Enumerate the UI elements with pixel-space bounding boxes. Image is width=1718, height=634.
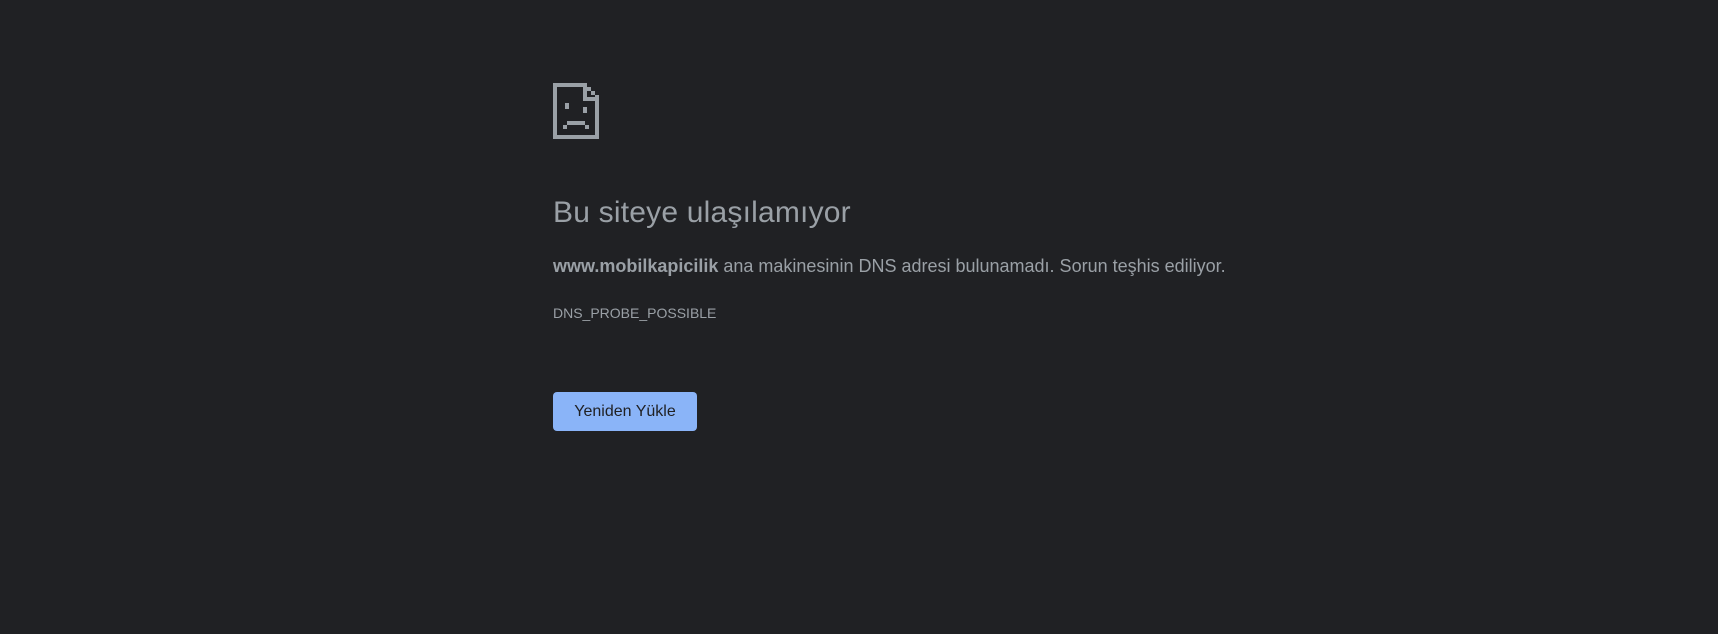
error-message: ana makinesinin DNS adresi bulunamadı. S… — [718, 256, 1226, 276]
error-summary: www.mobilkapicilik ana makinesinin DNS a… — [553, 256, 1226, 277]
sad-page-icon — [553, 83, 599, 139]
error-content: Bu siteye ulaşılamıyor www.mobilkapicili… — [553, 83, 1313, 431]
page-title: Bu siteye ulaşılamıyor — [553, 196, 851, 229]
reload-button[interactable]: Yeniden Yükle — [553, 392, 697, 431]
error-code[interactable]: DNS_PROBE_POSSIBLE — [553, 305, 716, 321]
host-name: www.mobilkapicilik — [553, 256, 719, 276]
